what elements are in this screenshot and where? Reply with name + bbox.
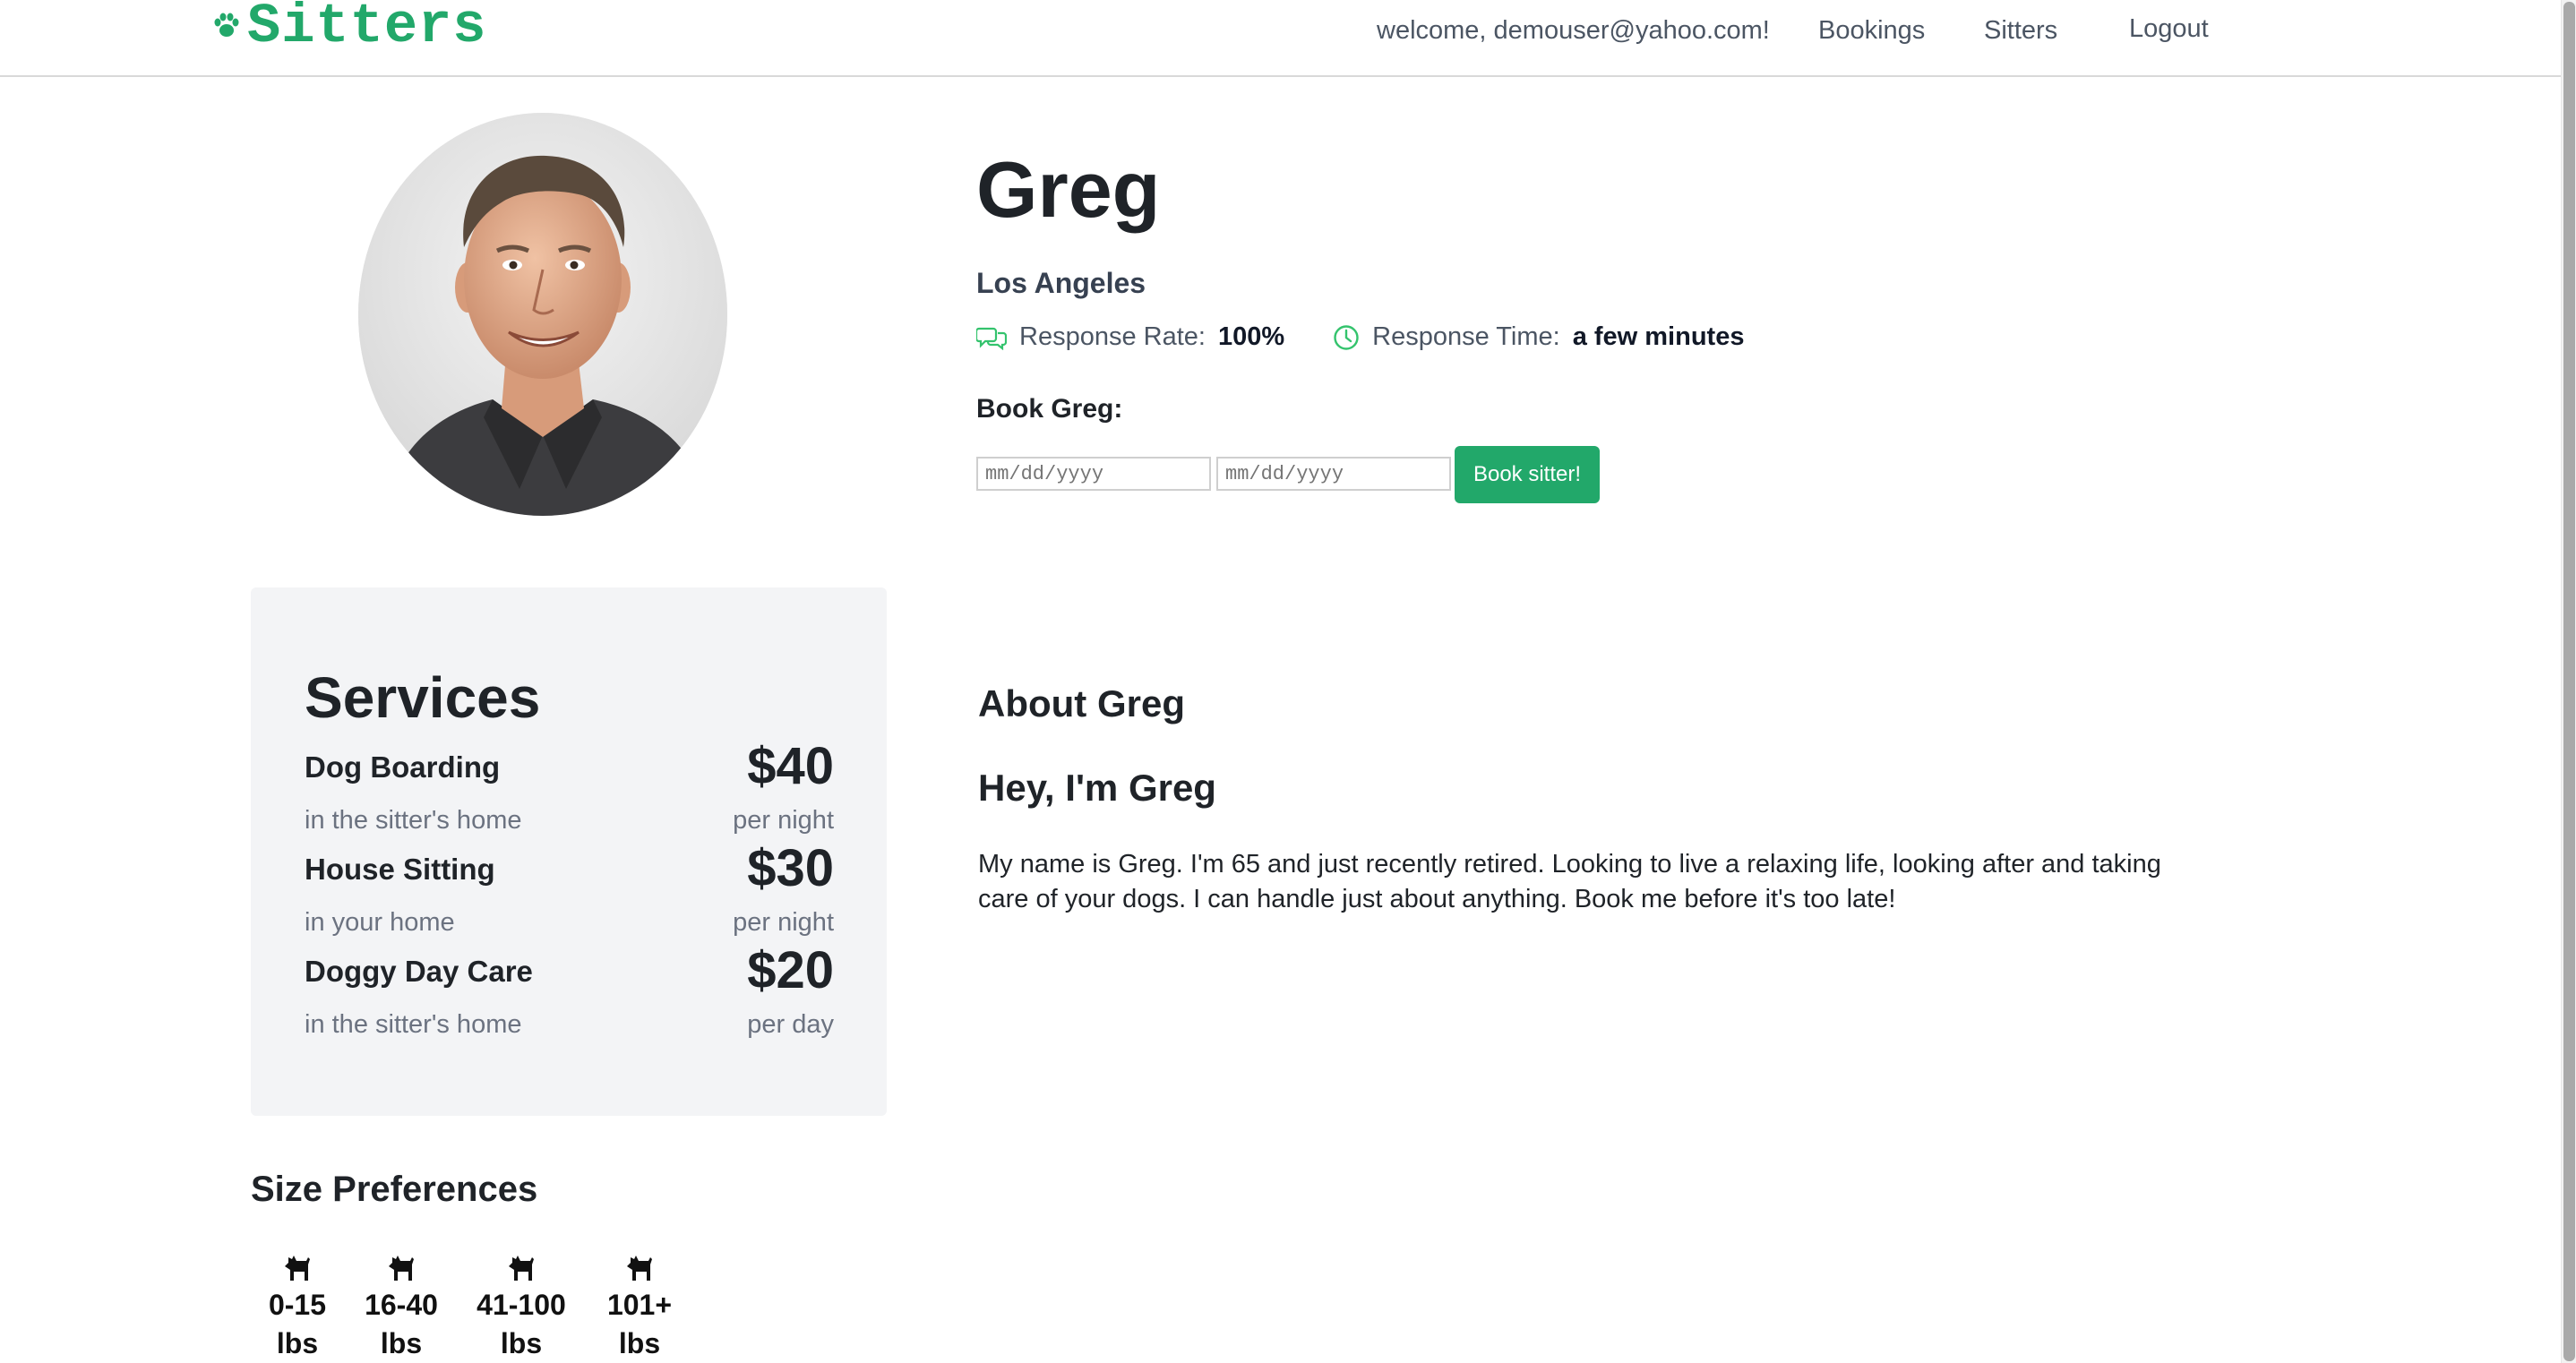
chat-bubbles-icon [976,327,1007,350]
size-unit: lbs [618,1327,661,1359]
size-range: 101+ [606,1289,673,1321]
response-time-label: Response Time: [1372,322,1560,351]
top-navbar: Sitters welcome, demouser@yahoo.com! Boo… [0,0,2576,77]
service-name: Dog Boarding [305,750,501,784]
service-unit: per day [747,1010,834,1039]
dog-icon [285,1256,310,1281]
nav-sitters[interactable]: Sitters [1984,16,2057,46]
service-name: Doggy Day Care [305,955,533,988]
size-preferences-title: Size Preferences [251,1170,538,1209]
response-time-value: a few minutes [1572,322,1745,351]
service-unit: per night [733,806,834,835]
logo-text: Sitters [247,0,487,58]
about-body: My name is Greg. I'm 65 and just recentl… [978,850,2161,913]
size-range: 41-100 [477,1289,566,1321]
book-sitter-button[interactable]: Book sitter! [1455,446,1600,503]
sitter-city: Los Angeles [976,267,1146,299]
service-location: in your home [305,908,455,937]
size-preference-item: 16-40 lbs [356,1254,446,1363]
service-price: $40 [747,737,834,795]
size-preference-item: 101+ lbs [597,1254,683,1363]
service-price: $20 [747,941,834,999]
sitter-name: Greg [976,145,1161,234]
size-unit: lbs [500,1327,543,1359]
nav-bookings[interactable]: Bookings [1818,16,1925,46]
service-name: House Sitting [305,853,495,886]
vertical-scrollbar[interactable] [2561,0,2576,1363]
size-preference-item: 41-100 lbs [466,1254,577,1363]
size-unit: lbs [380,1327,423,1359]
size-unit: lbs [276,1327,319,1359]
dog-icon [509,1256,534,1281]
services-title: Services [305,665,541,730]
response-rate-label: Response Rate: [1019,322,1206,351]
end-date-input[interactable] [1216,457,1451,491]
service-price: $30 [747,839,834,897]
logo[interactable]: Sitters [211,0,487,58]
paw-icon [214,13,239,37]
book-label: Book Greg: [976,394,1123,424]
nav-logout[interactable]: Logout [2129,14,2209,44]
size-preference-item: 0-15 lbs [262,1254,333,1363]
response-rate-value: 100% [1217,322,1285,351]
size-range: 16-40 [365,1289,438,1321]
service-unit: per night [733,908,834,937]
response-stats: Response Rate: 100% Response Time: a few… [976,322,1744,352]
about-title: About Greg [978,682,1185,724]
welcome-message: welcome, demouser@yahoo.com! [1377,16,1770,45]
clock-icon [1334,324,1359,350]
about-subtitle: Hey, I'm Greg [978,767,1216,809]
size-range: 0-15 [268,1289,327,1321]
scrollbar-thumb[interactable] [2563,2,2575,1361]
service-location: in the sitter's home [305,1010,522,1039]
service-location: in the sitter's home [305,806,522,835]
sitter-avatar [358,113,727,516]
dog-icon [627,1256,652,1281]
start-date-input[interactable] [976,457,1211,491]
dog-icon [389,1256,414,1281]
